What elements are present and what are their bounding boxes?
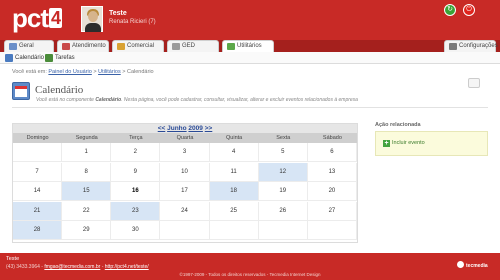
sub-navigation: Calendário Tarefas xyxy=(0,52,500,64)
weekday-label: Quarta xyxy=(176,135,194,141)
calendar-day-cell[interactable]: 8 xyxy=(62,162,112,182)
tab-utilitarios[interactable]: Utilitários xyxy=(222,40,274,52)
breadcrumb: Você está em: Painel do Usuário > Utilit… xyxy=(12,69,154,75)
calendar-day-cell[interactable]: 17 xyxy=(160,182,210,202)
footer-brand[interactable]: tecmedia xyxy=(457,261,488,269)
tab-atendimento[interactable]: Atendimento xyxy=(57,40,109,52)
calendar-icon xyxy=(5,54,13,62)
calendar-day-cell[interactable]: 6 xyxy=(307,143,357,162)
gear-icon xyxy=(449,43,457,50)
calendar-day-cell[interactable]: 11 xyxy=(209,162,259,182)
weekday-header: Domingo Segunda Terça Quarta Quinta Sexta Sába… xyxy=(13,133,357,143)
calendar-day-cell[interactable]: 28 xyxy=(13,221,63,241)
calendar-day-cell[interactable]: 3 xyxy=(160,143,210,162)
calendar-day-cell[interactable]: 10 xyxy=(160,162,210,182)
next-month-button[interactable]: >> xyxy=(205,125,213,132)
brand-logo-icon xyxy=(457,261,464,268)
tab-configuracoes[interactable]: Configurações xyxy=(444,40,498,52)
breadcrumb-link-utilitarios[interactable]: Utilitários xyxy=(98,69,121,75)
tools-icon xyxy=(227,43,235,50)
prev-month-button[interactable]: << xyxy=(158,125,166,132)
calendar-day-cell[interactable]: 24 xyxy=(160,201,210,221)
calendar-empty-cell xyxy=(307,221,357,241)
calendar-day-cell[interactable]: 9 xyxy=(111,162,161,182)
calendar-empty-cell xyxy=(209,221,259,241)
add-event-button[interactable]: + Incluir evento xyxy=(383,140,425,147)
footer: Teste (43) 3433.3964 - fmgao@tecmedia.co… xyxy=(0,253,500,280)
footer-site-link[interactable]: http://pct4.net/teste/ xyxy=(105,264,149,270)
calendar-day-cell[interactable]: 5 xyxy=(258,143,308,162)
calendar-day-cell[interactable]: 16 xyxy=(111,182,161,202)
calendar-nav: << Junho 2009 >> xyxy=(13,124,357,133)
tasks-icon xyxy=(45,54,53,62)
calendar-empty-cell xyxy=(13,143,63,162)
app-header: pct 4 Teste Renata Ricieri (7) ↻ ⏻ xyxy=(0,0,500,40)
calendar-day-cell[interactable]: 20 xyxy=(307,182,357,202)
calendar-day-cell[interactable]: 29 xyxy=(62,221,112,241)
logo[interactable]: pct 4 xyxy=(12,5,63,31)
footer-contact: (43) 3433.3964 - fmgao@tecmedia.com.br -… xyxy=(6,264,149,270)
calendar-day-cell[interactable]: 18 xyxy=(209,182,259,202)
calendar-day-cell[interactable]: 15 xyxy=(62,182,112,202)
calendar-day-cell[interactable]: 13 xyxy=(307,162,357,182)
calendar-day-cell[interactable]: 22 xyxy=(62,201,112,221)
weekday-label: Terça xyxy=(129,135,143,141)
month-label[interactable]: Junho xyxy=(167,125,187,132)
subnav-calendario[interactable]: Calendário xyxy=(5,54,44,62)
divider xyxy=(12,107,488,108)
footer-company: Teste xyxy=(6,256,20,262)
help-button[interactable] xyxy=(468,78,480,88)
calendar-day-cell[interactable]: 23 xyxy=(111,201,161,221)
weekday-label: Sábado xyxy=(322,135,342,141)
cart-icon xyxy=(117,43,125,50)
calendar-day-cell[interactable]: 21 xyxy=(13,201,63,221)
calendar-grid: 1 2 3 4 5 6 7 8 9 10 11 12 13 14 15 16 17 18 19 20 21 22 23 24 2… xyxy=(13,143,357,242)
calendar-day-cell[interactable]: 7 xyxy=(13,162,63,182)
breadcrumb-link-painel[interactable]: Painel do Usuário xyxy=(48,69,91,75)
tab-geral[interactable]: Geral xyxy=(4,40,54,52)
calendar-day-cell[interactable]: 30 xyxy=(111,221,161,241)
calendar-day-cell[interactable]: 14 xyxy=(13,182,63,202)
calendar-empty-cell xyxy=(258,221,308,241)
footer-copyright: ©1997-2009 - Todos os direitos reservado… xyxy=(179,272,321,277)
home-icon xyxy=(9,43,17,50)
avatar xyxy=(81,6,103,32)
calendar-day-cell[interactable]: 25 xyxy=(209,201,259,221)
weekday-label: Domingo xyxy=(26,135,49,141)
footer-email-link[interactable]: fmgao@tecmedia.com.br xyxy=(44,264,100,270)
related-action-title: Ação relacionada xyxy=(375,122,421,128)
calendar-day-cell[interactable]: 1 xyxy=(62,143,112,162)
calendar-day-cell[interactable]: 26 xyxy=(258,201,308,221)
tab-comercial[interactable]: Comercial xyxy=(112,40,164,52)
tab-ged[interactable]: GED xyxy=(167,40,219,52)
weekday-label: Sexta xyxy=(276,135,291,141)
document-icon xyxy=(172,43,180,50)
weekday-label: Quinta xyxy=(226,135,243,141)
plus-icon: + xyxy=(383,140,390,147)
refresh-icon[interactable]: ↻ xyxy=(444,4,456,16)
power-icon[interactable]: ⏻ xyxy=(463,4,475,16)
related-action-box: + Incluir evento xyxy=(375,131,488,156)
weekday-label: Segunda xyxy=(75,135,98,141)
support-icon xyxy=(62,43,70,50)
calendar-day-cell[interactable]: 27 xyxy=(307,201,357,221)
year-label[interactable]: 2009 xyxy=(188,125,202,132)
calendar-day-cell[interactable]: 4 xyxy=(209,143,259,162)
calendar-day-cell[interactable]: 12 xyxy=(258,162,308,182)
main-tabs: Geral Atendimento Comercial GED Utilitár… xyxy=(0,40,500,52)
user-subtitle: Renata Ricieri (7) xyxy=(109,19,156,25)
calendar-day-cell[interactable]: 19 xyxy=(258,182,308,202)
page-title: Calendário xyxy=(35,84,84,96)
calendar-icon xyxy=(12,82,30,100)
calendar-empty-cell xyxy=(160,221,210,241)
calendar-day-cell[interactable]: 2 xyxy=(111,143,161,162)
subnav-tarefas[interactable]: Tarefas xyxy=(45,54,75,62)
calendar: << Junho 2009 >> Domingo Segunda Terça Quar… xyxy=(12,123,358,243)
page-description: Você está no componente Calendário. Nest… xyxy=(36,97,358,103)
user-name: Teste xyxy=(109,10,127,17)
breadcrumb-current: Calendário xyxy=(127,69,154,75)
